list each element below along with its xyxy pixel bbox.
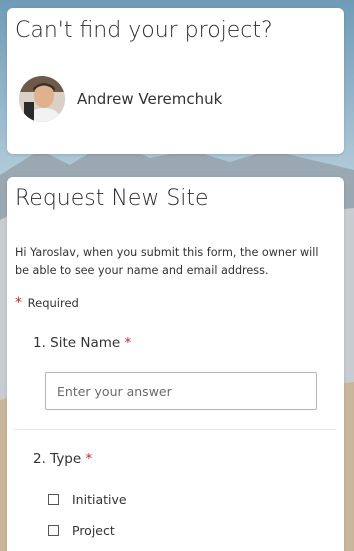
help-card: Can't find your project? Andrew Veremchu…	[7, 8, 344, 154]
required-label: Required	[27, 296, 79, 310]
question-type: 2. Type *	[33, 451, 92, 467]
required-star: *	[124, 335, 132, 351]
required-legend: * Required	[15, 295, 79, 311]
option-label[interactable]: Initiative	[72, 492, 127, 507]
question-site-name: 1. Site Name *	[33, 335, 131, 351]
privacy-notice: Hi Yaroslav, when you submit this form, …	[15, 246, 319, 277]
type-option-initiative[interactable]: Initiative	[48, 492, 127, 507]
owner-contact[interactable]: Andrew Veremchuk	[19, 76, 222, 122]
site-name-input[interactable]	[45, 372, 317, 410]
checkbox-initiative[interactable]	[48, 494, 59, 505]
owner-avatar	[19, 76, 65, 122]
owner-name[interactable]: Andrew Veremchuk	[77, 90, 222, 108]
question-label: 1. Site Name	[33, 335, 121, 351]
question-divider	[14, 429, 336, 430]
question-label: 2. Type	[33, 451, 82, 467]
request-site-form: Request New Site Hi Yaroslav, when you s…	[7, 177, 344, 551]
type-option-project[interactable]: Project	[48, 523, 115, 538]
form-title: Request New Site	[15, 186, 209, 211]
help-card-title: Can't find your project?	[15, 18, 273, 43]
option-label[interactable]: Project	[72, 523, 115, 538]
checkbox-project[interactable]	[48, 525, 59, 536]
required-star: *	[15, 295, 22, 311]
required-star: *	[85, 451, 93, 467]
